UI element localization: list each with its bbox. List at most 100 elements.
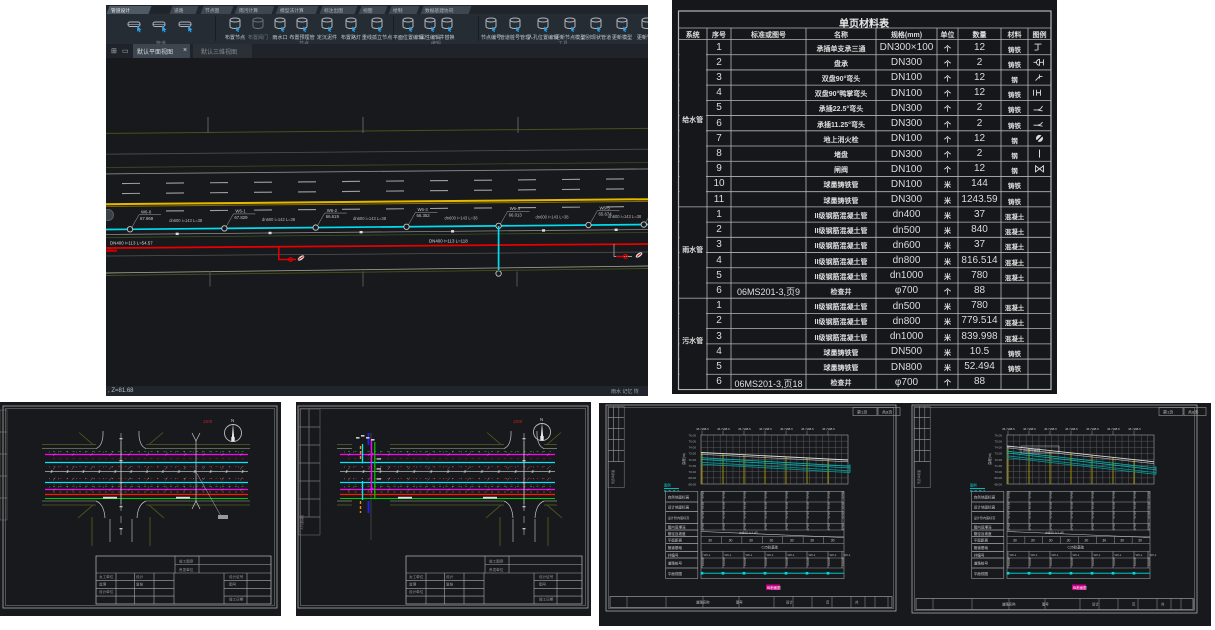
svg-text:W6-1: W6-1 xyxy=(1136,553,1143,557)
svg-text:井编号: 井编号 xyxy=(974,552,985,557)
svg-text:W6-1: W6-1 xyxy=(767,553,774,557)
svg-text:67.96: 67.96 xyxy=(1133,511,1137,519)
svg-text:J308: J308 xyxy=(513,419,523,424)
svg-text:69.00: 69.00 xyxy=(995,476,1003,480)
svg-text:DN400 i=113 L=118: DN400 i=113 L=118 xyxy=(429,238,468,243)
svg-text:管道纵断面: 管道纵断面 xyxy=(611,470,615,484)
svg-text:48.6: 48.6 xyxy=(1009,427,1015,431)
svg-text:67.96: 67.96 xyxy=(1049,501,1053,509)
svg-text:设计证号: 设计证号 xyxy=(229,574,244,579)
svg-text:30: 30 xyxy=(729,538,733,542)
svg-text:30: 30 xyxy=(1102,538,1106,542)
svg-text:76.00: 76.00 xyxy=(689,433,697,437)
svg-text:67.96: 67.96 xyxy=(806,511,810,519)
svg-text:平面距离: 平面距离 xyxy=(668,538,683,543)
svg-text:设计单位: 设计单位 xyxy=(409,589,424,594)
svg-text:道路名称: 道路名称 xyxy=(1002,602,1016,607)
svg-text:女工单位: 女工单位 xyxy=(409,574,424,579)
svg-text:K0+08: K0+08 xyxy=(841,557,845,566)
svg-text:30: 30 xyxy=(770,538,774,542)
svg-text:自然地面标高: 自然地面标高 xyxy=(668,494,690,499)
svg-text:67.96: 67.96 xyxy=(841,491,845,499)
svg-text:设计: 设计 xyxy=(446,574,454,579)
svg-text:平面视图: 平面视图 xyxy=(668,571,683,576)
svg-text:76.00: 76.00 xyxy=(995,433,1003,437)
svg-text:图号: 图号 xyxy=(539,582,547,587)
svg-text:dn600 i=143 L=38: dn600 i=143 L=38 xyxy=(445,215,479,220)
svg-text:73.00: 73.00 xyxy=(995,452,1003,456)
svg-text:女工单位: 女工单位 xyxy=(99,574,114,579)
svg-text:W6-1: W6-1 xyxy=(788,553,795,557)
svg-text:67.96: 67.96 xyxy=(764,511,768,519)
svg-text:C25砼基础: C25砼基础 xyxy=(762,545,779,550)
svg-text:设计管内底标高: 设计管内底标高 xyxy=(974,515,996,520)
svg-text:人行道铺装: 人行道铺装 xyxy=(299,515,304,530)
svg-text:67.96: 67.96 xyxy=(841,501,845,509)
svg-text:67.96: 67.96 xyxy=(743,523,747,531)
svg-text:30: 30 xyxy=(1138,538,1142,542)
svg-text:第1页: 第1页 xyxy=(857,409,867,415)
svg-text:W6-1: W6-1 xyxy=(1031,553,1038,557)
svg-text:67.96: 67.96 xyxy=(1070,523,1074,531)
svg-text:67.96: 67.96 xyxy=(1007,523,1011,531)
svg-text:67.96: 67.96 xyxy=(1070,511,1074,519)
svg-text:W6-1: W6-1 xyxy=(1010,553,1017,557)
svg-text:设计地面标高: 设计地面标高 xyxy=(668,504,690,509)
svg-text:48.6: 48.6 xyxy=(829,427,835,431)
svg-text:平面距离: 平面距离 xyxy=(974,538,989,543)
svg-text:67.96: 67.96 xyxy=(1028,511,1032,519)
svg-text:67.96: 67.96 xyxy=(764,491,768,499)
svg-text:设计: 设计 xyxy=(136,574,144,579)
svg-text:48.6: 48.6 xyxy=(808,427,814,431)
svg-text:67.96: 67.96 xyxy=(1091,511,1095,519)
svg-text:N: N xyxy=(540,417,543,422)
svg-text:竣工日期: 竣工日期 xyxy=(539,597,554,602)
svg-text:道路桩号: 道路桩号 xyxy=(668,561,683,566)
svg-text:69.00: 69.00 xyxy=(689,476,697,480)
svg-text:67.96: 67.96 xyxy=(1007,501,1011,509)
svg-text:K0+08: K0+08 xyxy=(1070,557,1074,566)
svg-text:30: 30 xyxy=(1013,538,1017,542)
svg-text:设计: 设计 xyxy=(1092,602,1099,607)
svg-text:复核: 复核 xyxy=(446,582,454,587)
svg-text:共8页: 共8页 xyxy=(1188,409,1198,415)
svg-text:48.6: 48.6 xyxy=(1093,427,1099,431)
svg-text:K0+08: K0+08 xyxy=(1133,557,1137,566)
svg-text:48.6: 48.6 xyxy=(787,427,793,431)
svg-text:71.00: 71.00 xyxy=(689,464,697,468)
svg-text:K0+08: K0+08 xyxy=(1112,557,1116,566)
svg-text:67.96: 67.96 xyxy=(1147,491,1151,499)
svg-text:管内底埋深: 管内底埋深 xyxy=(668,524,686,529)
svg-text:纵断面图: 纵断面图 xyxy=(1073,585,1087,590)
svg-text:66.352: 66.352 xyxy=(417,213,431,218)
svg-text:dn600 i=143 L=38: dn600 i=143 L=38 xyxy=(169,217,203,222)
svg-text:67.96: 67.96 xyxy=(1070,501,1074,509)
svg-text:道路名称: 道路名称 xyxy=(696,600,710,605)
svg-text:W6-1: W6-1 xyxy=(1094,553,1101,557)
svg-text:72.00: 72.00 xyxy=(995,458,1003,462)
svg-text:75.00: 75.00 xyxy=(689,439,697,443)
svg-text:67.96: 67.96 xyxy=(1070,491,1074,499)
svg-text:73.00: 73.00 xyxy=(689,452,697,456)
svg-text:W6-1: W6-1 xyxy=(844,553,851,557)
svg-text:67.96: 67.96 xyxy=(841,523,845,531)
svg-text:48.6: 48.6 xyxy=(745,427,751,431)
svg-text:dn600 i=143 L=38: dn600 i=143 L=38 xyxy=(536,214,570,219)
svg-text:67.96: 67.96 xyxy=(1028,491,1032,499)
svg-text:67.96: 67.96 xyxy=(701,511,705,519)
svg-text:K0+08: K0+08 xyxy=(1091,557,1095,566)
svg-text:67.96: 67.96 xyxy=(701,523,705,531)
svg-text:设计管内底标高: 设计管内底标高 xyxy=(668,515,690,520)
svg-text:30: 30 xyxy=(790,538,794,542)
svg-text:W6-1: W6-1 xyxy=(830,553,837,557)
svg-text:70.00: 70.00 xyxy=(689,470,697,474)
svg-text:道路桩号: 道路桩号 xyxy=(974,561,989,566)
svg-text:管径及坡度: 管径及坡度 xyxy=(668,531,686,536)
svg-text:管道基础: 管道基础 xyxy=(668,545,683,550)
svg-text:K0+08: K0+08 xyxy=(1028,557,1032,566)
svg-text:图例: 图例 xyxy=(664,483,671,488)
svg-text:67.96: 67.96 xyxy=(701,491,705,499)
svg-text:J308: J308 xyxy=(203,419,213,424)
svg-text:75.00: 75.00 xyxy=(995,439,1003,443)
svg-text:竣工图章: 竣工图章 xyxy=(179,559,194,564)
